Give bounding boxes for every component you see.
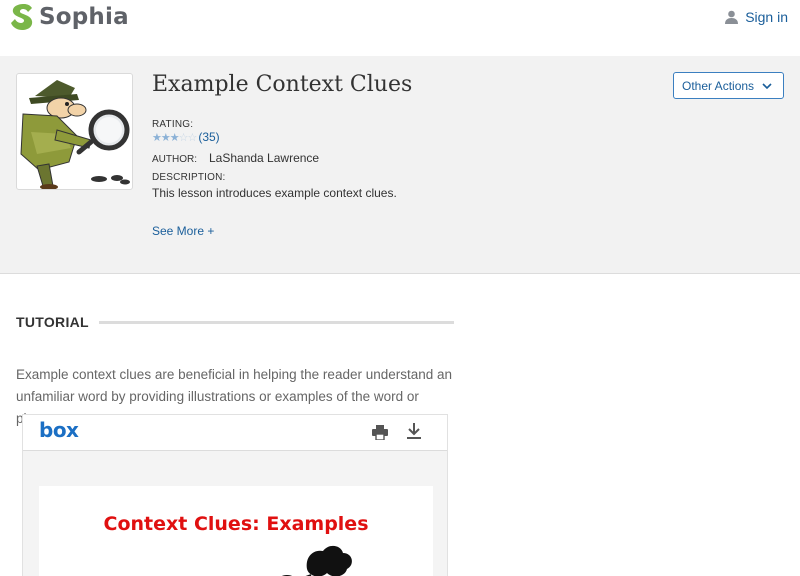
sign-in-link[interactable]: Sign in <box>725 9 788 25</box>
print-icon[interactable] <box>372 425 388 440</box>
sophia-logo[interactable]: Sophia <box>10 3 129 31</box>
other-actions-dropdown[interactable]: Other Actions <box>673 72 784 99</box>
tutorial-title: TUTORIAL <box>16 314 89 330</box>
sophia-logo-icon <box>11 4 33 30</box>
brand-name: Sophia <box>39 4 129 30</box>
lesson-thumbnail <box>16 73 133 190</box>
document-page: Context Clues: Examples <box>39 486 433 576</box>
top-nav: Sophia Sign in <box>0 0 800 56</box>
author-row: AUTHOR: LaShanda Lawrence <box>152 151 319 165</box>
box-document-viewer[interactable]: box Context Clues: Examples <box>22 414 448 576</box>
tutorial-heading: TUTORIAL <box>16 314 454 330</box>
sign-in-label: Sign in <box>745 9 788 25</box>
rating-label: RATING: <box>152 119 194 130</box>
download-icon[interactable] <box>407 423 421 439</box>
author-name: LaShanda Lawrence <box>209 151 320 165</box>
slide-illustration <box>282 546 352 576</box>
other-actions-label: Other Actions <box>682 78 755 93</box>
author-label: AUTHOR: <box>152 154 197 165</box>
lesson-header: Example Context Clues Other Actions RATI… <box>0 56 800 274</box>
box-logo[interactable]: box <box>39 418 79 442</box>
rating[interactable]: ★★★☆☆ (35) <box>152 130 220 144</box>
detective-illustration <box>20 80 130 189</box>
viewer-toolbar: box <box>23 415 447 451</box>
lesson-description: This lesson introduces example context c… <box>152 186 397 200</box>
slide-title: Context Clues: Examples <box>103 513 369 535</box>
description-label: DESCRIPTION: <box>152 172 226 183</box>
star-rating-icon: ★★★☆☆ <box>152 131 197 144</box>
rating-count[interactable]: (35) <box>198 130 219 144</box>
lesson-title: Example Context Clues <box>152 72 413 97</box>
see-more-link[interactable]: See More + <box>152 224 214 238</box>
section-divider <box>98 320 454 324</box>
person-icon <box>725 10 739 24</box>
chevron-down-icon <box>762 82 772 89</box>
